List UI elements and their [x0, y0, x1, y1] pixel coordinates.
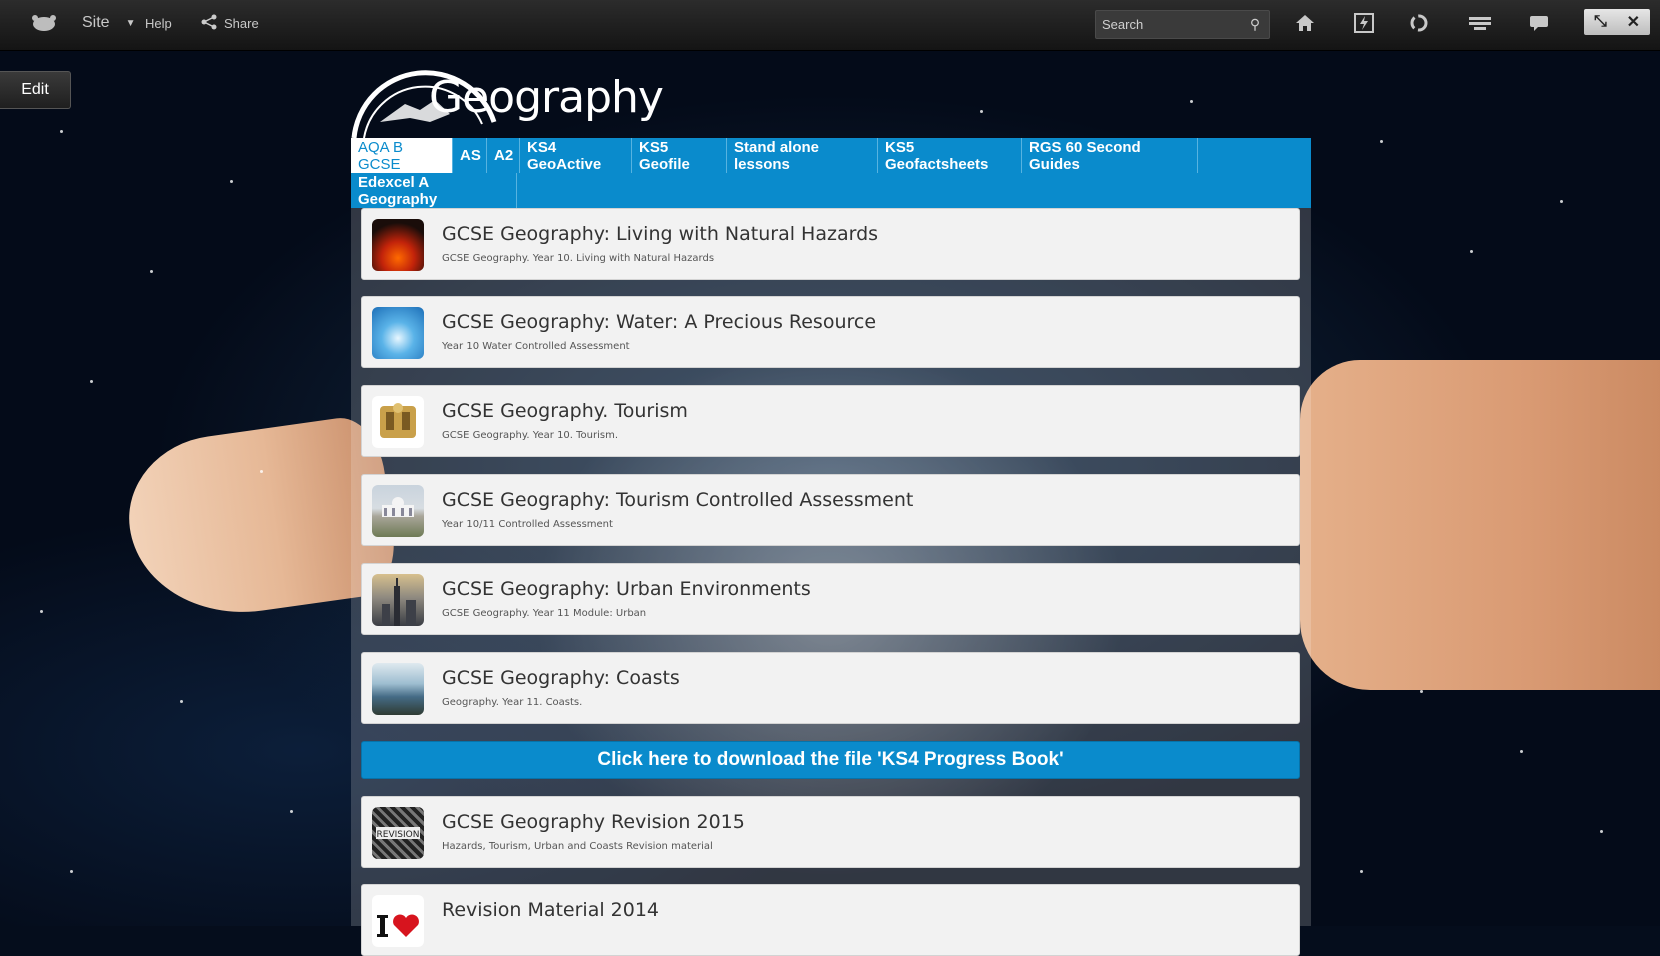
- search-box: ⚲: [1095, 10, 1270, 39]
- lightning-icon[interactable]: [1349, 10, 1379, 36]
- site-menu[interactable]: Site ▼: [82, 0, 135, 46]
- list-item[interactable]: GCSE Geography: Water: A Precious Resour…: [361, 296, 1300, 368]
- item-subtitle: GCSE Geography. Year 10. Living with Nat…: [442, 253, 715, 264]
- site-menu-label: Site: [82, 14, 110, 31]
- list-item[interactable]: Revision Material 2014: [361, 884, 1300, 956]
- chevron-down-icon: ▼: [125, 17, 136, 29]
- share-icon: [200, 13, 218, 34]
- item-subtitle: GCSE Geography. Year 11 Module: Urban: [442, 608, 647, 619]
- item-subtitle: Year 10 Water Controlled Assessment: [442, 341, 630, 352]
- share-label: Share: [224, 15, 259, 31]
- item-title: GCSE Geography: Coasts: [442, 667, 680, 689]
- share-button[interactable]: Share: [200, 0, 259, 46]
- keyboard-icon[interactable]: [1465, 10, 1495, 36]
- building-thumbnail: [372, 485, 424, 537]
- help-link[interactable]: Help: [145, 0, 172, 46]
- minimize-icon[interactable]: ⤡: [1594, 13, 1607, 31]
- tab-label: RGS 60 Second Guides: [1029, 138, 1141, 173]
- tab-a2[interactable]: A2: [487, 138, 520, 173]
- volcano-thumbnail: [372, 219, 424, 271]
- item-subtitle: Geography. Year 11. Coasts.: [442, 697, 583, 708]
- tab-aqa-b-gcse[interactable]: AQA B GCSE: [351, 138, 453, 173]
- item-subtitle: Hazards, Tourism, Urban and Coasts Revis…: [442, 841, 713, 852]
- i-love-thumbnail: [372, 895, 424, 947]
- list-item[interactable]: GCSE Geography: Tourism Controlled Asses…: [361, 474, 1300, 546]
- tab-label: KS5 Geofactsheets: [885, 138, 989, 173]
- tab-label: A2: [494, 147, 514, 164]
- item-subtitle: Year 10/11 Controlled Assessment: [442, 519, 613, 530]
- app-logo-icon[interactable]: [30, 0, 58, 46]
- coast-thumbnail: [372, 663, 424, 715]
- chat-bubble-icon[interactable]: [1524, 10, 1554, 36]
- tab-label: AQA B GCSE: [358, 138, 404, 173]
- main-navigation: AQA B GCSE AS A2 KS4 GeoActive KS5 Geofi…: [351, 138, 1311, 208]
- tab-stand-alone-lessons[interactable]: Stand alone lessons: [727, 138, 878, 173]
- item-subtitle: GCSE Geography. Year 10. Tourism.: [442, 430, 619, 441]
- tab-ks4-geoactive[interactable]: KS4 GeoActive: [520, 138, 632, 173]
- right-hand-image: [1300, 360, 1660, 690]
- home-icon[interactable]: [1290, 10, 1320, 36]
- window-controls: ⤡ ✕: [1584, 9, 1650, 35]
- list-item[interactable]: GCSE Geography. Tourism GCSE Geography. …: [361, 385, 1300, 457]
- tab-ks5-geofile[interactable]: KS5 Geofile: [632, 138, 727, 173]
- tab-label: KS4 GeoActive: [527, 138, 602, 173]
- sync-icon[interactable]: [1404, 10, 1434, 36]
- site-title: Geography: [429, 72, 664, 123]
- item-title: GCSE Geography: Tourism Controlled Asses…: [442, 489, 914, 511]
- tab-label: AS: [460, 147, 481, 164]
- tab-edexcel-a-geography[interactable]: Edexcel A Geography: [351, 173, 517, 208]
- help-label: Help: [145, 15, 172, 31]
- item-title: Revision Material 2014: [442, 899, 660, 921]
- tab-label: Edexcel A Geography: [358, 173, 438, 208]
- item-title: GCSE Geography: Living with Natural Haza…: [442, 223, 879, 245]
- revision-thumbnail: REVISION: [372, 807, 424, 859]
- tab-label: KS5 Geofile: [639, 138, 690, 173]
- content-panel: GCSE Geography: Living with Natural Haza…: [351, 208, 1311, 956]
- item-title: GCSE Geography. Tourism: [442, 400, 688, 422]
- svg-text:REVISION: REVISION: [377, 830, 420, 840]
- item-title: GCSE Geography Revision 2015: [442, 811, 745, 833]
- close-icon[interactable]: ✕: [1627, 12, 1640, 32]
- tab-rgs-60-second-guides[interactable]: RGS 60 Second Guides: [1022, 138, 1198, 173]
- water-splash-thumbnail: [372, 307, 424, 359]
- tab-label: Stand alone lessons: [734, 138, 820, 173]
- tourism-thumbnail: [372, 396, 424, 448]
- list-item[interactable]: REVISION GCSE Geography Revision 2015 Ha…: [361, 796, 1300, 868]
- top-toolbar: Site ▼ Help Share ⚲ ⤡ ✕: [0, 0, 1660, 51]
- city-skyline-thumbnail: [372, 574, 424, 626]
- list-item[interactable]: GCSE Geography: Living with Natural Haza…: [361, 208, 1300, 280]
- item-title: GCSE Geography: Water: A Precious Resour…: [442, 311, 877, 333]
- search-input[interactable]: [1096, 16, 1244, 33]
- list-item[interactable]: GCSE Geography: Urban Environments GCSE …: [361, 563, 1300, 635]
- item-title: GCSE Geography: Urban Environments: [442, 578, 811, 600]
- tab-as[interactable]: AS: [453, 138, 487, 173]
- tab-ks5-geofactsheets[interactable]: KS5 Geofactsheets: [878, 138, 1022, 173]
- list-item[interactable]: GCSE Geography: Coasts Geography. Year 1…: [361, 652, 1300, 724]
- download-progress-book-button[interactable]: Click here to download the file 'KS4 Pro…: [361, 741, 1300, 779]
- edit-button[interactable]: Edit: [0, 71, 71, 109]
- search-icon[interactable]: ⚲: [1244, 16, 1266, 33]
